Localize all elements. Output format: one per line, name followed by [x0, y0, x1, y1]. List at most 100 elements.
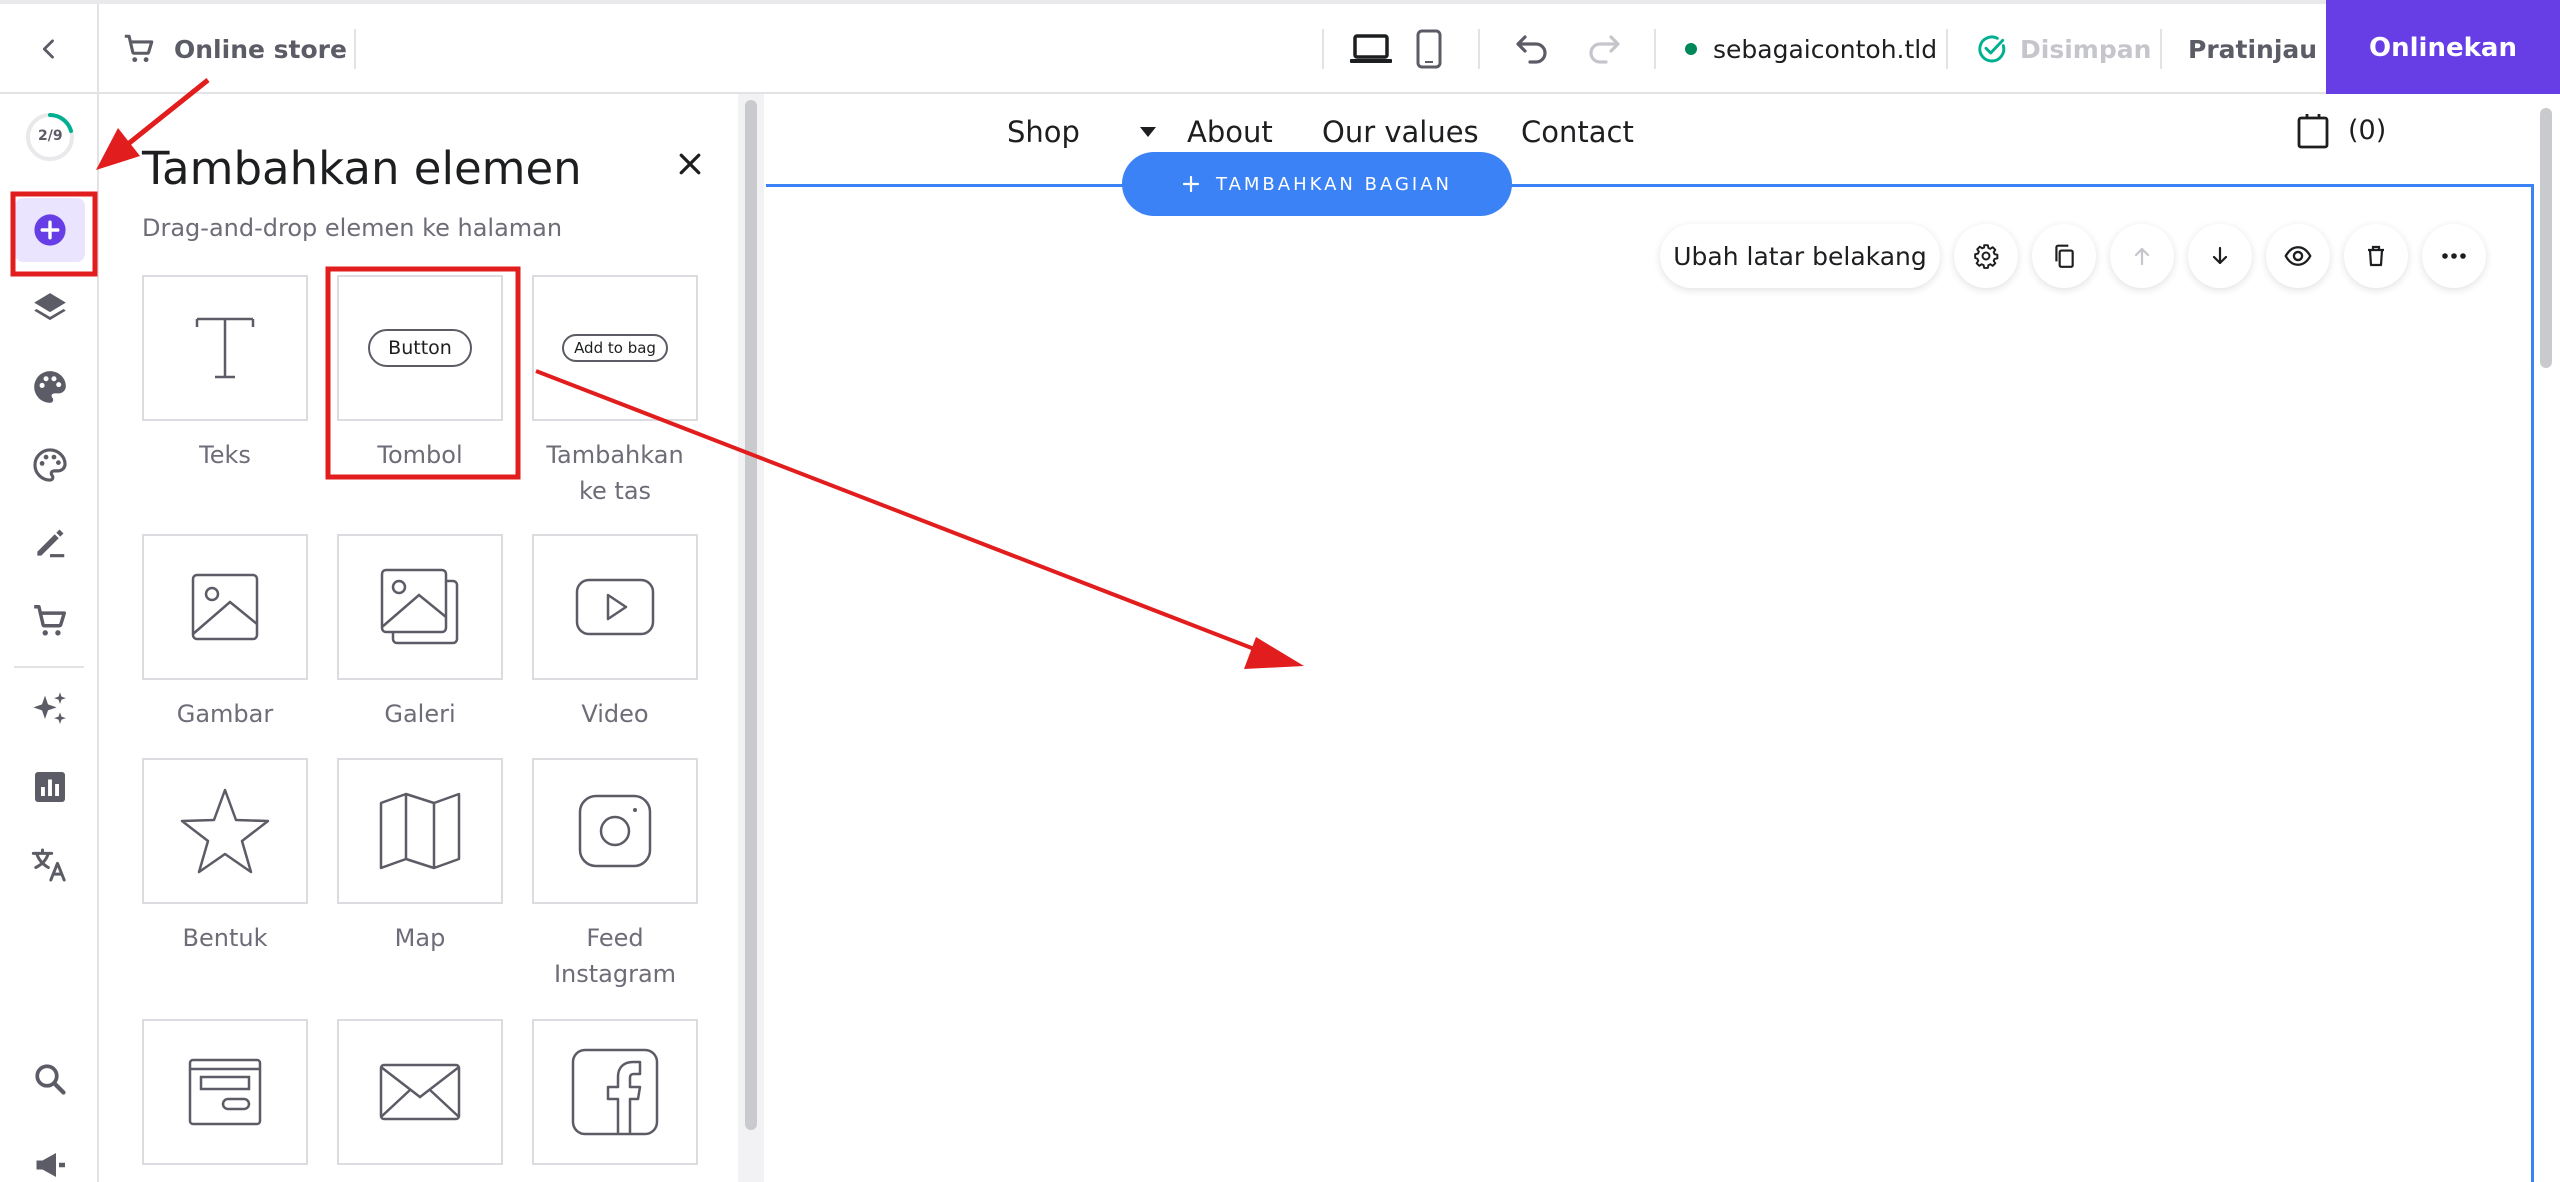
element-tile-image[interactable]: Gambar: [142, 534, 308, 732]
move-up-button[interactable]: [2110, 224, 2174, 288]
left-sidebar: 2/9: [0, 94, 99, 1182]
close-icon: [679, 153, 701, 175]
tile-label: Tambahkan ke tas: [546, 441, 684, 505]
back-button[interactable]: [0, 4, 99, 94]
element-tile-shape[interactable]: Bentuk: [142, 758, 308, 956]
preview-button[interactable]: Pratinjau: [2188, 4, 2317, 94]
tile-preview: [337, 1019, 503, 1165]
delete-section-button[interactable]: [2344, 224, 2408, 288]
sidebar-item-layers[interactable]: [0, 274, 99, 344]
divider: [1946, 29, 1948, 69]
more-options-button[interactable]: [2422, 224, 2486, 288]
sidebar-item-search[interactable]: [0, 1044, 99, 1114]
progress-indicator[interactable]: 2/9: [0, 107, 99, 167]
shopping-bag-icon: [2297, 114, 2329, 149]
nav-item-contact[interactable]: Contact: [1521, 112, 1634, 152]
trash-icon: [2368, 245, 2384, 267]
palette-outline-icon: [32, 448, 67, 482]
duplicate-section-button[interactable]: [2032, 224, 2096, 288]
element-tile-text[interactable]: Teks: [142, 275, 308, 473]
nav-label: Contact: [1521, 115, 1634, 149]
nav-label: Shop: [1007, 115, 1080, 149]
sparkles-icon: [32, 692, 66, 724]
active-highlight: [14, 198, 85, 262]
panel-subtitle: Drag-and-drop elemen ke halaman: [142, 214, 563, 242]
tile-preview: [532, 758, 698, 904]
divider: [2160, 29, 2162, 69]
desktop-view-button[interactable]: [1348, 4, 1394, 94]
plus-circle-icon: [33, 214, 66, 246]
copy-icon: [2055, 244, 2074, 268]
tile-preview: [337, 758, 503, 904]
sidebar-item-analytics[interactable]: [0, 752, 99, 822]
sidebar-item-styles[interactable]: [0, 352, 99, 422]
close-panel-button[interactable]: [660, 134, 720, 194]
publish-button[interactable]: Onlinekan: [2326, 0, 2560, 96]
publish-label: Onlinekan: [2369, 33, 2517, 63]
tile-preview: [337, 534, 503, 680]
add-element-panel: Tambahkan elemen Drag-and-drop elemen ke…: [100, 94, 764, 1182]
element-tile-map[interactable]: Map: [337, 758, 503, 956]
redo-button[interactable]: [1584, 4, 1628, 94]
nav-item-our-values[interactable]: Our values: [1322, 112, 1479, 152]
mail-icon: [379, 1063, 461, 1121]
text-icon: [195, 317, 255, 379]
toggle-visibility-button[interactable]: [2266, 224, 2330, 288]
element-tile-video[interactable]: Video: [532, 534, 698, 732]
element-tile-facebook[interactable]: [532, 1019, 698, 1165]
move-down-button[interactable]: [2188, 224, 2252, 288]
element-tile-email[interactable]: [337, 1019, 503, 1165]
divider: [1322, 29, 1324, 69]
arrow-up-icon: [2134, 247, 2150, 266]
button-preview-text: Button: [388, 337, 452, 359]
element-tile-gallery[interactable]: Galeri: [337, 534, 503, 732]
change-background-button[interactable]: Ubah latar belakang: [1660, 224, 1940, 288]
panel-scrollbar[interactable]: [745, 100, 757, 1130]
sidebar-item-theme[interactable]: [0, 430, 99, 500]
store-selector[interactable]: Online store: [122, 4, 347, 94]
sidebar-item-store[interactable]: [0, 586, 99, 656]
arrow-down-icon: [2212, 246, 2228, 265]
cart-button[interactable]: (0): [2296, 110, 2386, 150]
sidebar-item-add-element[interactable]: [0, 195, 99, 265]
sidebar-item-ai-tools[interactable]: [0, 674, 99, 744]
status-dot: [1685, 43, 1697, 55]
nav-item-about[interactable]: About: [1187, 112, 1273, 152]
element-tile-instagram-feed[interactable]: Feed Instagram: [532, 758, 698, 992]
add-section-button[interactable]: TAMBAHKAN BAGIAN: [1122, 152, 1512, 216]
top-bar: Online store sebagaicontoh.tld Disimpan: [0, 0, 2560, 96]
sidebar-item-translate[interactable]: [0, 830, 99, 900]
tile-preview: [142, 534, 308, 680]
check-circle-icon: [1978, 35, 2006, 63]
undo-button[interactable]: [1508, 4, 1552, 94]
eye-icon: [2284, 246, 2312, 266]
image-icon: [191, 573, 259, 641]
video-icon: [575, 578, 655, 636]
nav-label: Our values: [1322, 115, 1479, 149]
gallery-icon: [380, 568, 459, 645]
divider: [1478, 29, 1480, 69]
tile-preview: Add to bag: [532, 275, 698, 421]
element-tile-add-to-bag[interactable]: Add to bag Tambahkan ke tas: [532, 275, 698, 509]
domain-label: sebagaicontoh.tld: [1713, 34, 1938, 64]
element-tile-button[interactable]: Button Tombol: [337, 275, 503, 473]
tile-preview: [532, 1019, 698, 1165]
mobile-view-button[interactable]: [1412, 4, 1446, 94]
progress-label: 2/9: [38, 128, 63, 144]
cart-icon: [33, 605, 66, 636]
canvas-scrollbar[interactable]: [2540, 108, 2552, 368]
save-status: Disimpan: [1976, 4, 2151, 94]
saved-label: Disimpan: [2020, 34, 2152, 64]
sidebar-item-marketing[interactable]: [0, 1130, 99, 1182]
tile-label: Bentuk: [182, 924, 268, 952]
domain-link[interactable]: sebagaicontoh.tld: [1685, 4, 1937, 94]
change-background-label: Ubah latar belakang: [1673, 241, 1927, 271]
redo-icon: [1589, 35, 1620, 64]
element-tile-form[interactable]: [142, 1019, 308, 1165]
nav-item-shop[interactable]: Shop: [1007, 112, 1158, 152]
sidebar-item-edit[interactable]: [0, 508, 99, 578]
divider: [1654, 29, 1656, 69]
section-settings-button[interactable]: [1954, 224, 2018, 288]
add-to-bag-icon: Add to bag: [562, 334, 668, 362]
button-icon: Button: [368, 329, 472, 367]
